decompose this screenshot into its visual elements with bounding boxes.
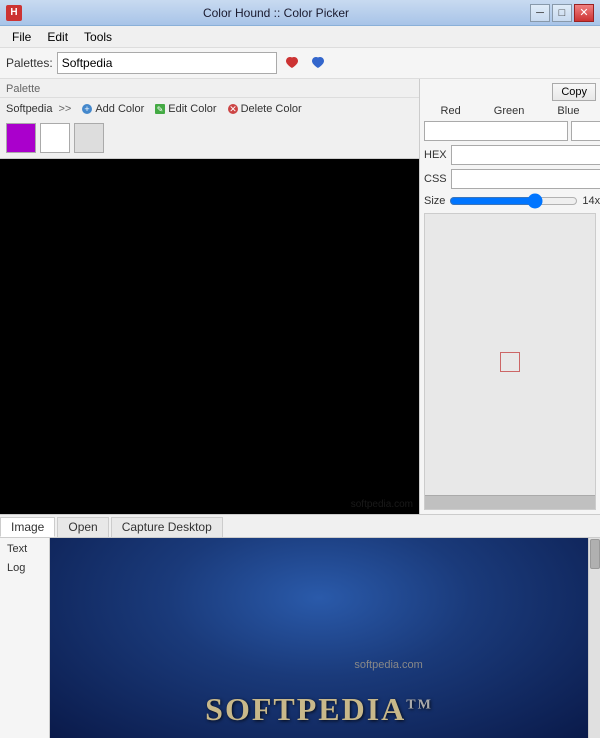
palette-swatches-row: Softpedia >> + Add Color ✎ Edit Color ✕ … bbox=[0, 98, 419, 120]
maximize-button[interactable]: □ bbox=[552, 4, 572, 22]
hex-label: HEX bbox=[424, 149, 447, 161]
tab-open[interactable]: Open bbox=[57, 517, 108, 537]
delete-color-button[interactable]: ✕ Delete Color bbox=[223, 102, 306, 116]
menu-tools[interactable]: Tools bbox=[76, 28, 120, 46]
svg-text:✕: ✕ bbox=[229, 104, 237, 114]
menu-file[interactable]: File bbox=[4, 28, 39, 46]
log-tool-button[interactable]: Log bbox=[2, 559, 47, 577]
image-display[interactable]: softpedia.com SOFTPEDIATM bbox=[50, 538, 588, 738]
main-content: Palette Softpedia >> + Add Color ✎ Edit … bbox=[0, 79, 600, 514]
css-row: CSS Copy bbox=[424, 169, 596, 189]
size-value: 14x bbox=[582, 195, 600, 207]
softpedia-palette-label: Softpedia bbox=[6, 103, 52, 115]
css-label: CSS bbox=[424, 173, 447, 185]
palette-icon-1[interactable] bbox=[281, 52, 303, 74]
menu-edit[interactable]: Edit bbox=[39, 28, 76, 46]
size-row: Size 14x bbox=[424, 193, 596, 209]
title-bar: H Color Hound :: Color Picker ─ □ ✕ bbox=[0, 0, 600, 26]
img-watermark: softpedia.com bbox=[205, 659, 423, 671]
edit-color-button[interactable]: ✎ Edit Color bbox=[150, 102, 220, 116]
add-color-button[interactable]: + Add Color bbox=[77, 102, 148, 116]
softpedia-image: softpedia.com SOFTPEDIATM bbox=[50, 538, 588, 738]
red-input[interactable] bbox=[424, 121, 568, 141]
palette-header-label: Palette bbox=[6, 83, 40, 95]
green-input[interactable] bbox=[571, 121, 600, 141]
bottom-section: Image Open Capture Desktop Text Log soft… bbox=[0, 514, 600, 738]
title-bar-text: Color Hound :: Color Picker bbox=[22, 6, 530, 20]
swatch-white[interactable] bbox=[40, 123, 70, 153]
side-toolbar: Text Log bbox=[0, 538, 50, 738]
preview-bottom-bar bbox=[425, 495, 595, 509]
close-button[interactable]: ✕ bbox=[574, 4, 594, 22]
swatch-purple[interactable] bbox=[6, 123, 36, 153]
minimize-button[interactable]: ─ bbox=[530, 4, 550, 22]
blue-label: Blue bbox=[557, 105, 579, 117]
main-copy-button[interactable]: Copy bbox=[552, 83, 596, 101]
hex-row: HEX Copy bbox=[424, 145, 596, 165]
hex-input[interactable] bbox=[451, 145, 600, 165]
green-label: Green bbox=[494, 105, 525, 117]
canvas-area[interactable]: softpedia.com bbox=[0, 159, 419, 514]
rgb-header-row: Red Green Blue bbox=[424, 105, 596, 117]
arrow-label: >> bbox=[58, 103, 71, 115]
palette-section: Palette Softpedia >> + Add Color ✎ Edit … bbox=[0, 79, 419, 159]
preview-inner bbox=[500, 352, 520, 372]
css-input[interactable] bbox=[451, 169, 600, 189]
canvas-watermark: softpedia.com bbox=[351, 499, 413, 510]
left-panel: Palette Softpedia >> + Add Color ✎ Edit … bbox=[0, 79, 420, 514]
bottom-content: Text Log softpedia.com SOFTPEDIATM bbox=[0, 538, 600, 738]
rgb-inputs-row bbox=[424, 121, 596, 141]
copy-btn-row: Copy bbox=[424, 83, 596, 101]
tm-sup: TM bbox=[406, 697, 433, 712]
palettes-label: Palettes: bbox=[6, 56, 53, 70]
svg-text:✎: ✎ bbox=[157, 105, 164, 114]
palette-header: Palette bbox=[0, 81, 419, 98]
bottom-tabs: Image Open Capture Desktop bbox=[0, 515, 600, 538]
svg-text:+: + bbox=[85, 104, 90, 114]
palettes-combo[interactable] bbox=[57, 52, 277, 74]
red-label: Red bbox=[441, 105, 461, 117]
scrollbar-thumb[interactable] bbox=[590, 539, 600, 569]
preview-box bbox=[424, 213, 596, 510]
title-bar-controls: ─ □ ✕ bbox=[530, 4, 594, 22]
size-slider[interactable] bbox=[449, 193, 578, 209]
softpedia-text-image: SOFTPEDIATM bbox=[205, 691, 433, 728]
menu-bar: File Edit Tools bbox=[0, 26, 600, 48]
swatch-lightgray[interactable] bbox=[74, 123, 104, 153]
tab-image[interactable]: Image bbox=[0, 517, 55, 537]
tab-capture-desktop[interactable]: Capture Desktop bbox=[111, 517, 223, 537]
size-label: Size bbox=[424, 195, 445, 207]
right-panel: Copy Red Green Blue HEX Copy CSS Copy Si… bbox=[420, 79, 600, 514]
text-tool-button[interactable]: Text bbox=[2, 540, 47, 558]
scrollbar-right[interactable] bbox=[588, 538, 600, 738]
app-icon: H bbox=[6, 5, 22, 21]
palette-icon-2[interactable] bbox=[307, 52, 329, 74]
palettes-row: Palettes: bbox=[0, 48, 600, 79]
